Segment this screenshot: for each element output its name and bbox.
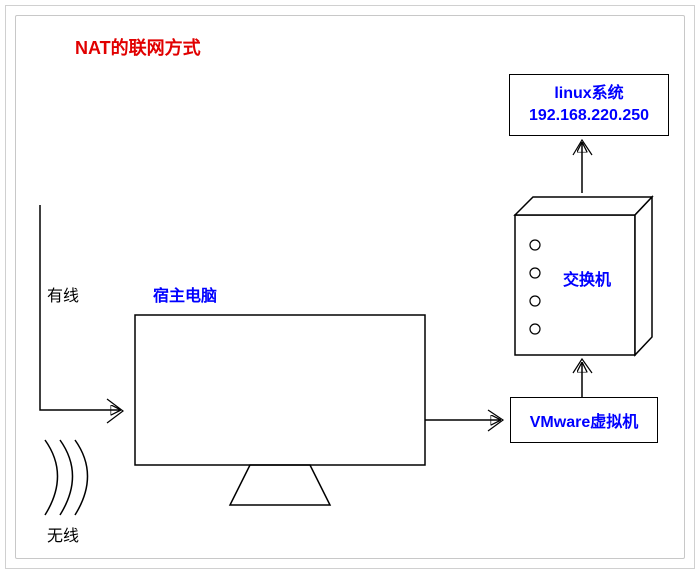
wired-label: 有线 — [47, 287, 79, 308]
vmware-box: VMware虚拟机 — [510, 397, 658, 443]
host-pc-icon — [135, 315, 425, 505]
wireless-label: 无线 — [47, 527, 79, 548]
host-pc-label: 宿主电脑 — [153, 287, 217, 308]
linux-name-label: linux系统 — [554, 83, 623, 105]
linux-ip-label: 192.168.220.250 — [529, 105, 649, 127]
linux-box: linux系统 192.168.220.250 — [509, 74, 669, 136]
wireless-icon — [45, 440, 88, 515]
diagram-title: NAT的联网方式 — [75, 37, 201, 60]
vmware-label: VMware虚拟机 — [530, 408, 638, 432]
switch-label: 交换机 — [563, 271, 611, 292]
